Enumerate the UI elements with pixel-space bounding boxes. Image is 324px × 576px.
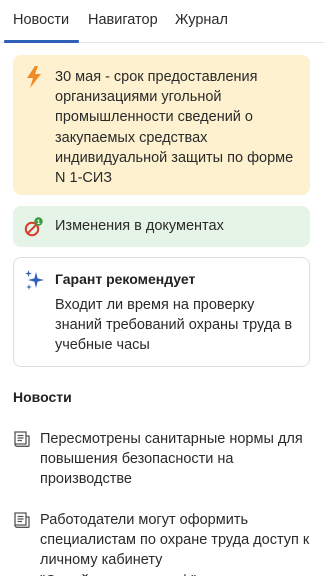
active-tab-indicator <box>4 40 79 43</box>
garant-text: Входит ли время на проверку знаний требо… <box>55 297 293 354</box>
alert-text: 30 мая - срок предоставления организация… <box>55 69 294 187</box>
sparkle-icon <box>25 270 44 290</box>
document-changes-card[interactable]: 1 Изменения в документах <box>13 206 310 247</box>
news-item-text: Пересмотрены санитарные нормы для повыше… <box>40 431 303 488</box>
tab-navigator[interactable]: Навигатор <box>88 12 158 28</box>
news-document-icon <box>14 431 30 447</box>
garant-recommends-card[interactable]: Гарант рекомендует Входит ли время на пр… <box>13 257 310 367</box>
changes-text: Изменения в документах <box>55 218 224 234</box>
changes-badge-count: 1 <box>37 219 41 226</box>
news-section-title: Новости <box>13 389 72 405</box>
news-item-text: Работодатели могут оформить специалистам… <box>40 512 310 576</box>
deadline-alert-card[interactable]: 30 мая - срок предоставления организация… <box>13 55 310 195</box>
tab-bar: Новости Навигатор Журнал <box>0 0 324 43</box>
news-document-icon <box>14 512 30 528</box>
tab-journal[interactable]: Журнал <box>175 12 228 28</box>
document-changes-icon: 1 <box>24 217 43 237</box>
lightning-icon <box>27 66 41 88</box>
tab-news[interactable]: Новости <box>13 12 69 28</box>
garant-title: Гарант рекомендует <box>55 271 196 287</box>
